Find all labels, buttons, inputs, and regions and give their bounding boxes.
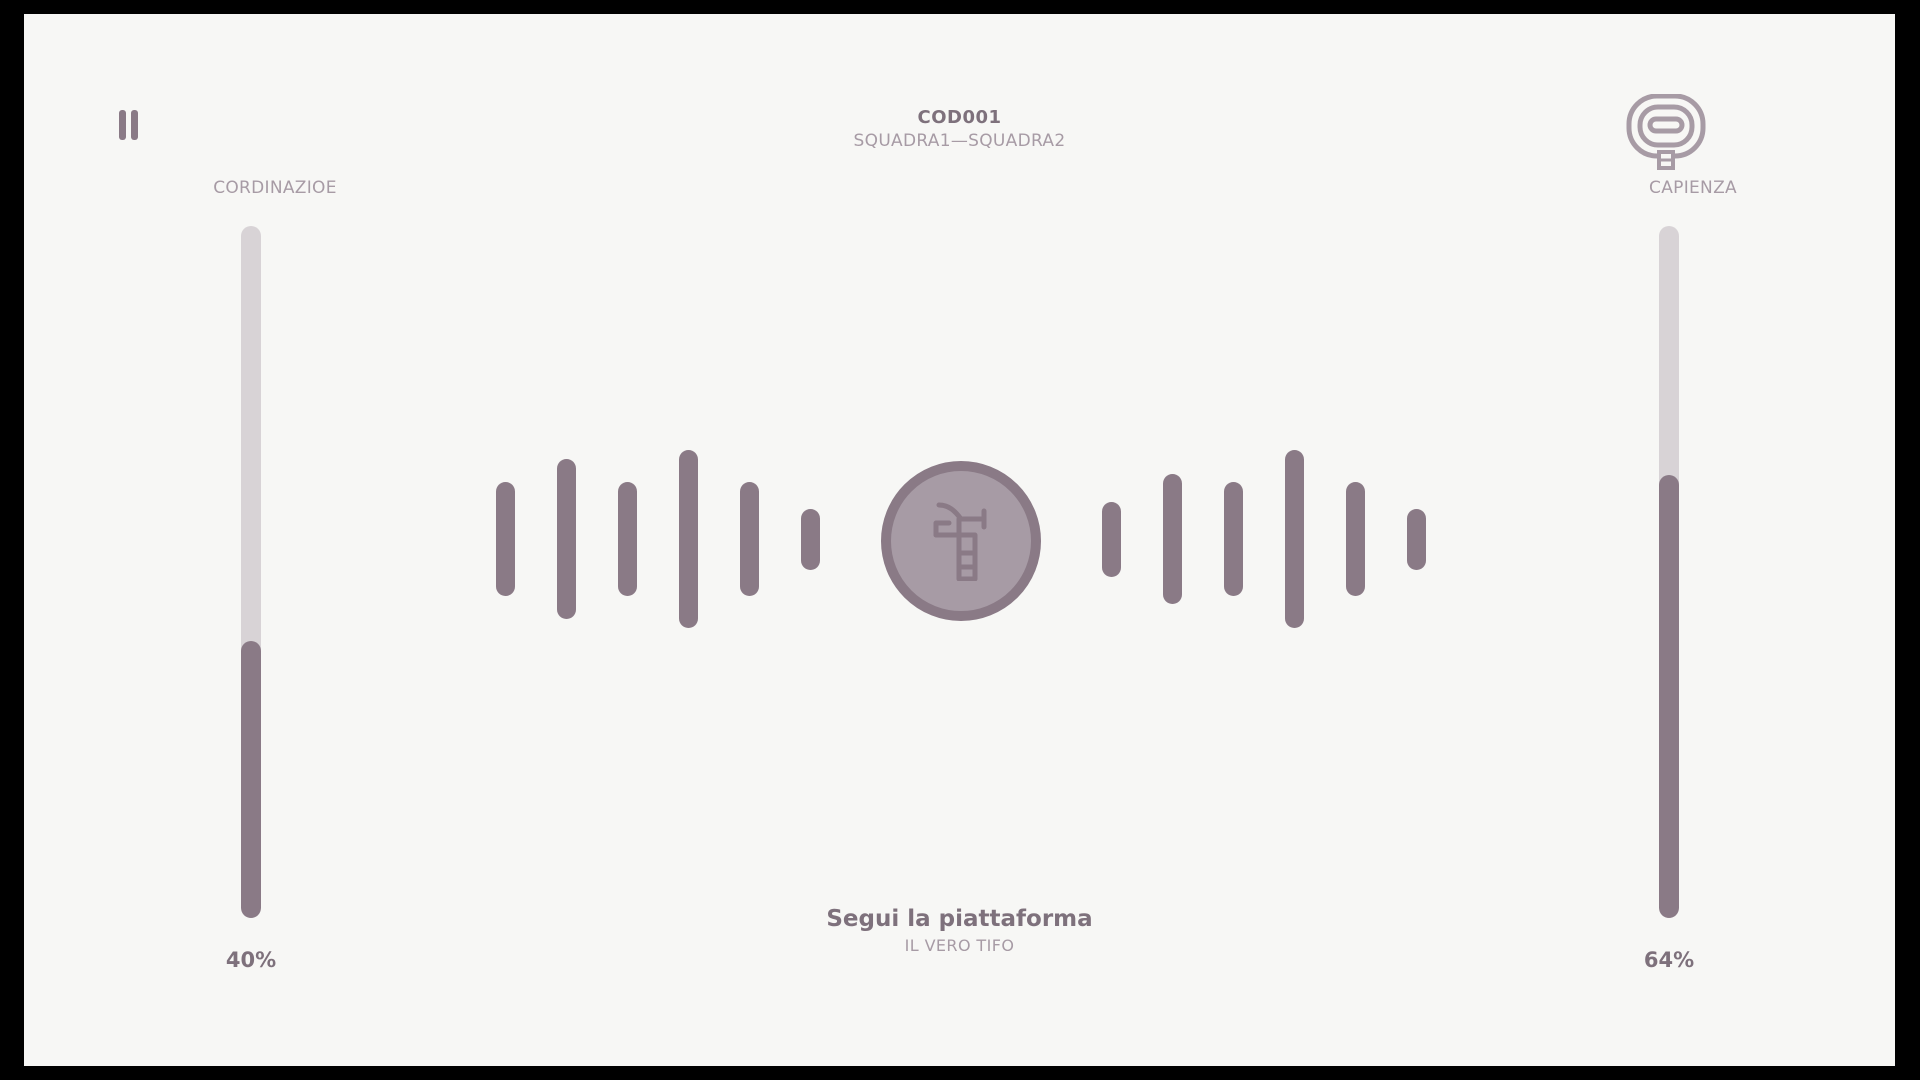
left-meter-track xyxy=(241,226,261,918)
footer-title: Segui la piattaforma xyxy=(826,906,1093,932)
waveform-left-bar xyxy=(496,482,515,596)
right-meter-label: CAPIENZA xyxy=(1649,178,1737,198)
footer-subtitle: IL VERO TIFO xyxy=(904,936,1015,955)
waveform-right-bar xyxy=(1407,508,1426,570)
waveform-left-bar xyxy=(801,508,820,570)
waveform-left-bar xyxy=(679,450,698,628)
center-action-button[interactable] xyxy=(881,461,1041,621)
left-meter-fill xyxy=(241,641,261,918)
footer: Segui la piattaforma IL VERO TIFO xyxy=(24,906,1895,955)
left-meter-label: CORDINAZIOE xyxy=(213,178,337,198)
stadium-logo-icon xyxy=(1626,93,1706,170)
match-header: COD001 SQUADRA1—SQUADRA2 xyxy=(24,107,1895,151)
match-code: COD001 xyxy=(917,107,1002,128)
waveform-left-bar xyxy=(740,482,759,596)
screen: COD001 SQUADRA1—SQUADRA2 CORDINAZIOE 40%… xyxy=(24,14,1895,1066)
robot-arm-icon xyxy=(933,502,987,581)
waveform-right-bar xyxy=(1346,482,1365,596)
match-teams: SQUADRA1—SQUADRA2 xyxy=(853,131,1066,151)
right-meter-track xyxy=(1659,226,1679,918)
waveform-left-bar xyxy=(557,459,576,619)
right-meter-fill xyxy=(1659,475,1679,918)
waveform-right-bar xyxy=(1224,482,1243,596)
waveform-right-bar xyxy=(1285,450,1304,628)
waveform-right-bar xyxy=(1163,474,1182,604)
waveform-right-bar xyxy=(1102,501,1121,577)
waveform-left-bar xyxy=(618,482,637,596)
